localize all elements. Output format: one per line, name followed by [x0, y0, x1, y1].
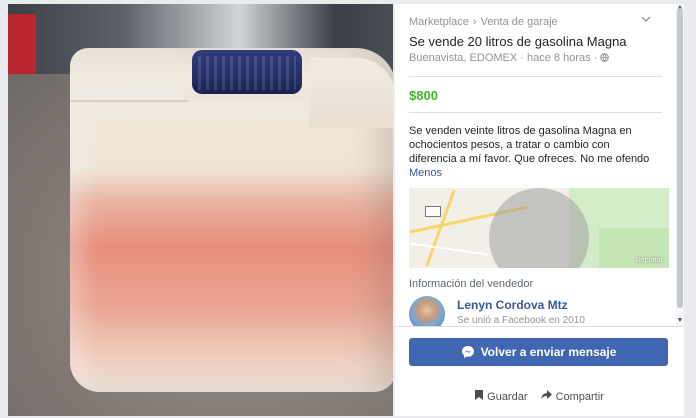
share-arrow-icon — [540, 390, 552, 403]
seller-info-heading: Información del vendedor — [409, 278, 534, 290]
map-road — [409, 242, 489, 256]
highway-shield-icon — [425, 206, 441, 217]
messenger-icon — [461, 345, 475, 359]
jerrycan-cap — [192, 50, 302, 94]
breadcrumb-separator: › — [472, 16, 477, 28]
details-scrollbar[interactable]: ▲ ▼ — [676, 4, 684, 326]
seller-avatar[interactable] — [409, 296, 445, 326]
scroll-down-arrow-icon[interactable]: ▼ — [676, 317, 684, 325]
listing-details-panel: Marketplace › Venta de garaje Se vende 20 … — [395, 4, 684, 416]
listing-price: $800 — [409, 88, 438, 103]
map-credit[interactable]: Reportar — [636, 257, 663, 264]
bookmark-icon — [475, 390, 484, 403]
scrollbar-thumb[interactable] — [677, 8, 683, 308]
jerrycan-handle — [70, 48, 188, 102]
listing-location-text: Buenavista, EDOMEX · hace 8 horas · — [409, 52, 598, 64]
location-map[interactable]: Reportar — [409, 188, 669, 268]
save-button[interactable]: Guardar — [475, 390, 528, 403]
photo-red-object — [8, 14, 36, 74]
seller-join-date: Se unió a Facebook en 2010 — [457, 315, 585, 326]
listing-title: Se vende 20 litros de gasolina Magna — [409, 34, 627, 49]
chevron-down-icon[interactable] — [641, 14, 651, 26]
listing-photo[interactable] — [8, 4, 393, 416]
save-label: Guardar — [487, 390, 528, 403]
divider — [395, 326, 684, 327]
listing-actions: Guardar Compartir — [395, 390, 684, 403]
globe-icon — [600, 52, 610, 64]
seller-name-link[interactable]: Lenyn Cordova Mtz — [457, 298, 568, 312]
divider — [409, 112, 662, 113]
divider — [409, 76, 662, 77]
listing-location: Buenavista, EDOMEX · hace 8 horas · — [409, 52, 610, 64]
send-message-button[interactable]: Volver a enviar mensaje — [409, 338, 668, 366]
breadcrumb-category[interactable]: Venta de garaje — [481, 16, 558, 28]
less-link[interactable]: Menos — [409, 167, 442, 179]
listing-description: Se venden veinte litros de gasolina Magn… — [409, 124, 659, 180]
listing-description-text: Se venden veinte litros de gasolina Magn… — [409, 125, 650, 165]
send-message-label: Volver a enviar mensaje — [480, 345, 617, 359]
share-label: Compartir — [555, 390, 604, 403]
jerrycan-shoulder — [310, 58, 393, 128]
share-button[interactable]: Compartir — [540, 390, 604, 403]
viewer-frame: Marketplace › Venta de garaje Se vende 20 … — [0, 0, 696, 418]
breadcrumb: Marketplace › Venta de garaje — [409, 16, 558, 28]
breadcrumb-marketplace[interactable]: Marketplace — [409, 16, 469, 28]
listing-details-content: Marketplace › Venta de garaje Se vende 20 … — [395, 4, 676, 326]
